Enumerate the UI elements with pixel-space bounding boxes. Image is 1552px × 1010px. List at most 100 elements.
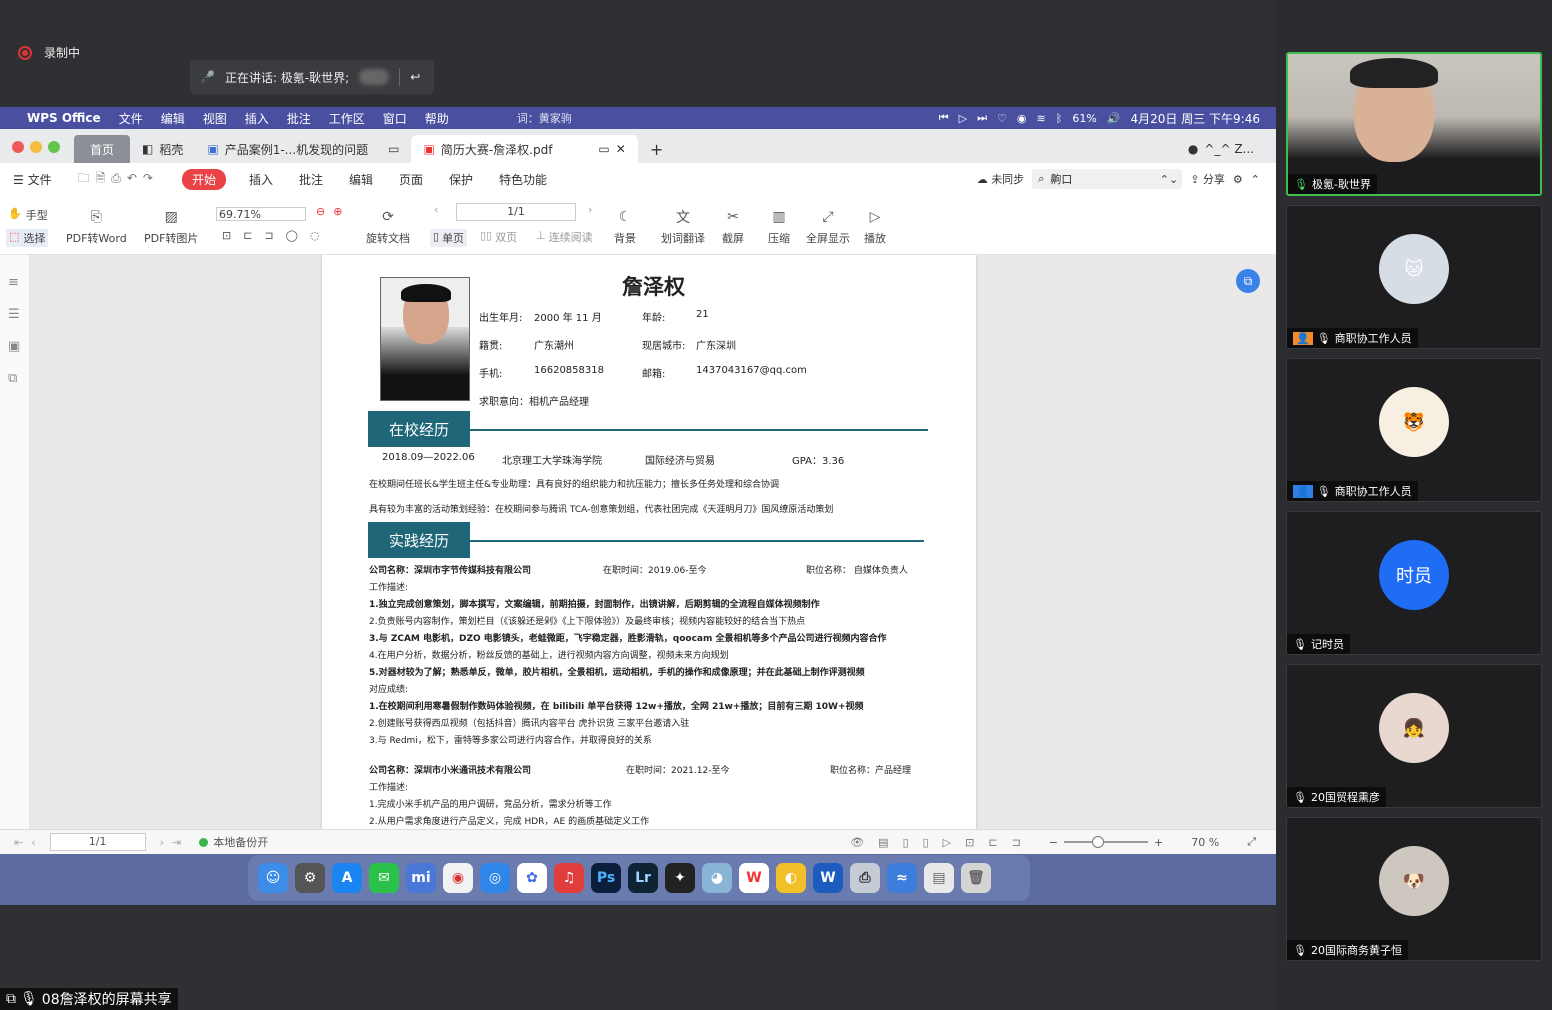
screenshot-button[interactable]: ✂ 截屏 — [722, 207, 744, 246]
background-button[interactable]: ☾ 背景 — [614, 207, 636, 246]
notes-icon[interactable]: ◐ — [776, 863, 806, 893]
ribbon-tab-insert[interactable]: 插入 — [236, 171, 286, 188]
mi-app-icon[interactable]: mi — [406, 863, 436, 893]
status-page-input[interactable]: 1/1 — [49, 833, 146, 851]
wifi-icon[interactable]: ≋ — [1037, 112, 1046, 125]
backup-status[interactable]: 本地备份开 — [199, 834, 268, 850]
prev-page-icon[interactable]: ‹ — [434, 203, 438, 216]
next-track-icon[interactable]: ⏭ — [977, 111, 987, 125]
bluetooth-icon[interactable]: ᛒ — [1056, 112, 1063, 125]
ai-assistant-icon[interactable]: ⧉ — [1236, 269, 1260, 293]
menu-help[interactable]: 帮助 — [416, 110, 458, 127]
search-box[interactable]: ⌕ 齁口 ⌃⌄ — [1032, 169, 1183, 189]
ribbon-tab-protect[interactable]: 保护 — [436, 171, 486, 188]
ribbon-tab-features[interactable]: 特色功能 — [486, 171, 560, 188]
sync-status[interactable]: ☁ 未同步 — [977, 171, 1025, 187]
page-input[interactable]: 1/1 — [456, 203, 576, 221]
menu-insert[interactable]: 插入 — [236, 110, 278, 127]
tab-home[interactable]: 首页 — [74, 135, 130, 163]
printer-icon[interactable]: ⎙ — [850, 863, 880, 893]
finder-icon[interactable]: ☺ — [258, 863, 288, 893]
battery-label[interactable]: 61% — [1072, 112, 1096, 125]
app-store-icon[interactable]: A — [332, 863, 362, 893]
zoom-out-icon[interactable]: − — [1049, 836, 1058, 849]
tab-resume-pdf[interactable]: ▣ 简历大赛-詹泽权.pdf ▭ ✕ — [411, 135, 638, 163]
safari-icon[interactable]: ◎ — [480, 863, 510, 893]
select-tool[interactable]: ⬚ 选择 — [6, 229, 49, 247]
compress-button[interactable]: ▥ 压缩 — [768, 207, 790, 246]
document-icon[interactable]: ▤ — [924, 863, 954, 893]
rotate-button[interactable]: ⟳ 旋转文档 — [366, 207, 410, 246]
chrome-icon[interactable]: ◉ — [443, 863, 473, 893]
participant-tile[interactable]: 🐯 👤 🎙 商职协工作人员 — [1286, 358, 1542, 502]
double-page-button[interactable]: ▯▯ 双页 — [480, 229, 517, 245]
fit-screen-icon[interactable]: ⤢ — [1247, 835, 1256, 849]
datetime[interactable]: 4月20日 周三 下午9:46 — [1131, 110, 1260, 127]
photoshop-icon[interactable]: Ps — [591, 863, 621, 893]
fullscreen-button[interactable]: ⤢ 全屏显示 — [806, 207, 850, 246]
participant-tile[interactable]: 🎙 极氪-耿世界 — [1286, 52, 1542, 196]
thumbnail-icon[interactable]: ≡ — [8, 267, 21, 299]
close-window-button[interactable] — [12, 141, 24, 153]
participant-tile[interactable]: 👧 🎙 20国贸程熏彦 — [1286, 664, 1542, 808]
menu-comment[interactable]: 批注 — [278, 110, 320, 127]
pdf-to-word-button[interactable]: ⎘ PDF转Word — [66, 207, 127, 246]
outline-icon[interactable]: ☰ — [8, 299, 21, 331]
wechat-icon[interactable]: ✉ — [369, 863, 399, 893]
minimize-window-button[interactable] — [30, 141, 42, 153]
quicktime-icon[interactable]: ◕ — [702, 863, 732, 893]
music-icon[interactable]: ♫ — [554, 863, 584, 893]
view-tools[interactable]: ⊡⊏⊐◯◌ — [222, 229, 332, 242]
maximize-window-button[interactable] — [48, 141, 60, 153]
system-preferences-icon[interactable]: ⚙ — [295, 863, 325, 893]
heart-icon[interactable]: ♡ — [997, 112, 1007, 125]
first-prev-page-icon[interactable]: ⇤‹ — [0, 836, 44, 849]
play-icon[interactable]: ▷ — [959, 112, 967, 125]
menu-view[interactable]: 视图 — [194, 110, 236, 127]
ribbon-tab-start[interactable]: 开始 — [181, 168, 226, 190]
menu-window[interactable]: 窗口 — [374, 110, 416, 127]
continuous-read-button[interactable]: ⊥ 连续阅读 — [536, 229, 593, 245]
image-icon[interactable]: ▣ — [8, 331, 21, 363]
translate-button[interactable]: 文划词翻译 — [661, 207, 705, 246]
ribbon-tab-page[interactable]: 页面 — [386, 171, 436, 188]
next-last-page-icon[interactable]: ›⇥ — [160, 836, 190, 849]
participant-tile[interactable]: 🐱 👤 🎙 商职协工作人员 — [1286, 205, 1542, 349]
next-page-icon[interactable]: › — [588, 203, 592, 216]
davinci-icon[interactable]: ✦ — [665, 863, 695, 893]
participant-tile[interactable]: 时员 🎙 记时员 — [1286, 511, 1542, 655]
tab-product-case[interactable]: ▣ 产品案例1-...机发现的问题 ▭ — [195, 135, 411, 163]
menu-workspace[interactable]: 工作区 — [320, 110, 374, 127]
volume-icon[interactable]: 🔊 — [1107, 112, 1121, 125]
lightroom-icon[interactable]: Lr — [628, 863, 658, 893]
participant-tile[interactable]: 🐶 🎙 20国际商务黄子恒 — [1286, 817, 1542, 961]
baidu-icon[interactable]: ✿ — [517, 863, 547, 893]
new-tab-button[interactable]: + — [638, 135, 675, 163]
menu-edit[interactable]: 编辑 — [152, 110, 194, 127]
zoom-buttons[interactable]: ⊖⊕ — [316, 205, 350, 218]
settings-icon[interactable]: ⚙ — [1233, 173, 1243, 186]
collapse-icon[interactable]: ⌃ — [1251, 173, 1260, 186]
view-mode-icons[interactable]: 👁▤▯▯▷⊡⊏⊐ — [850, 836, 1035, 849]
zoom-select[interactable]: 69.71% — [216, 207, 306, 221]
ribbon-tab-edit[interactable]: 编辑 — [336, 171, 386, 188]
menu-app[interactable]: WPS Office — [18, 111, 110, 125]
single-page-button[interactable]: ▯ 单页 — [430, 229, 468, 247]
pdf-to-image-button[interactable]: ▨ PDF转图片 — [144, 207, 198, 246]
lark-icon[interactable]: ≈ — [887, 863, 917, 893]
globe-icon[interactable]: ◉ — [1017, 112, 1027, 125]
copy-icon[interactable]: ⧉ — [8, 363, 21, 395]
ribbon-tab-comment[interactable]: 批注 — [286, 171, 336, 188]
hamburger-icon[interactable]: ☰ 文件 — [0, 171, 65, 188]
quick-actions[interactable]: 🗀🗎⎙↶↷ — [65, 169, 172, 190]
wps-icon[interactable]: W — [739, 863, 769, 893]
trash-icon[interactable]: 🗑 — [961, 863, 991, 893]
tab-daoke[interactable]: ◧ 稻壳 — [130, 135, 195, 163]
share-button[interactable]: ⇪ 分享 — [1190, 171, 1225, 187]
word-icon[interactable]: W — [813, 863, 843, 893]
reply-icon[interactable]: ↩ — [410, 70, 420, 84]
play-button[interactable]: ▷ 播放 — [864, 207, 886, 246]
user-profile[interactable]: ● ^_^ Z... — [1176, 135, 1266, 163]
hand-tool[interactable]: ✋ 手型 — [8, 207, 48, 223]
menu-file[interactable]: 文件 — [110, 110, 152, 127]
